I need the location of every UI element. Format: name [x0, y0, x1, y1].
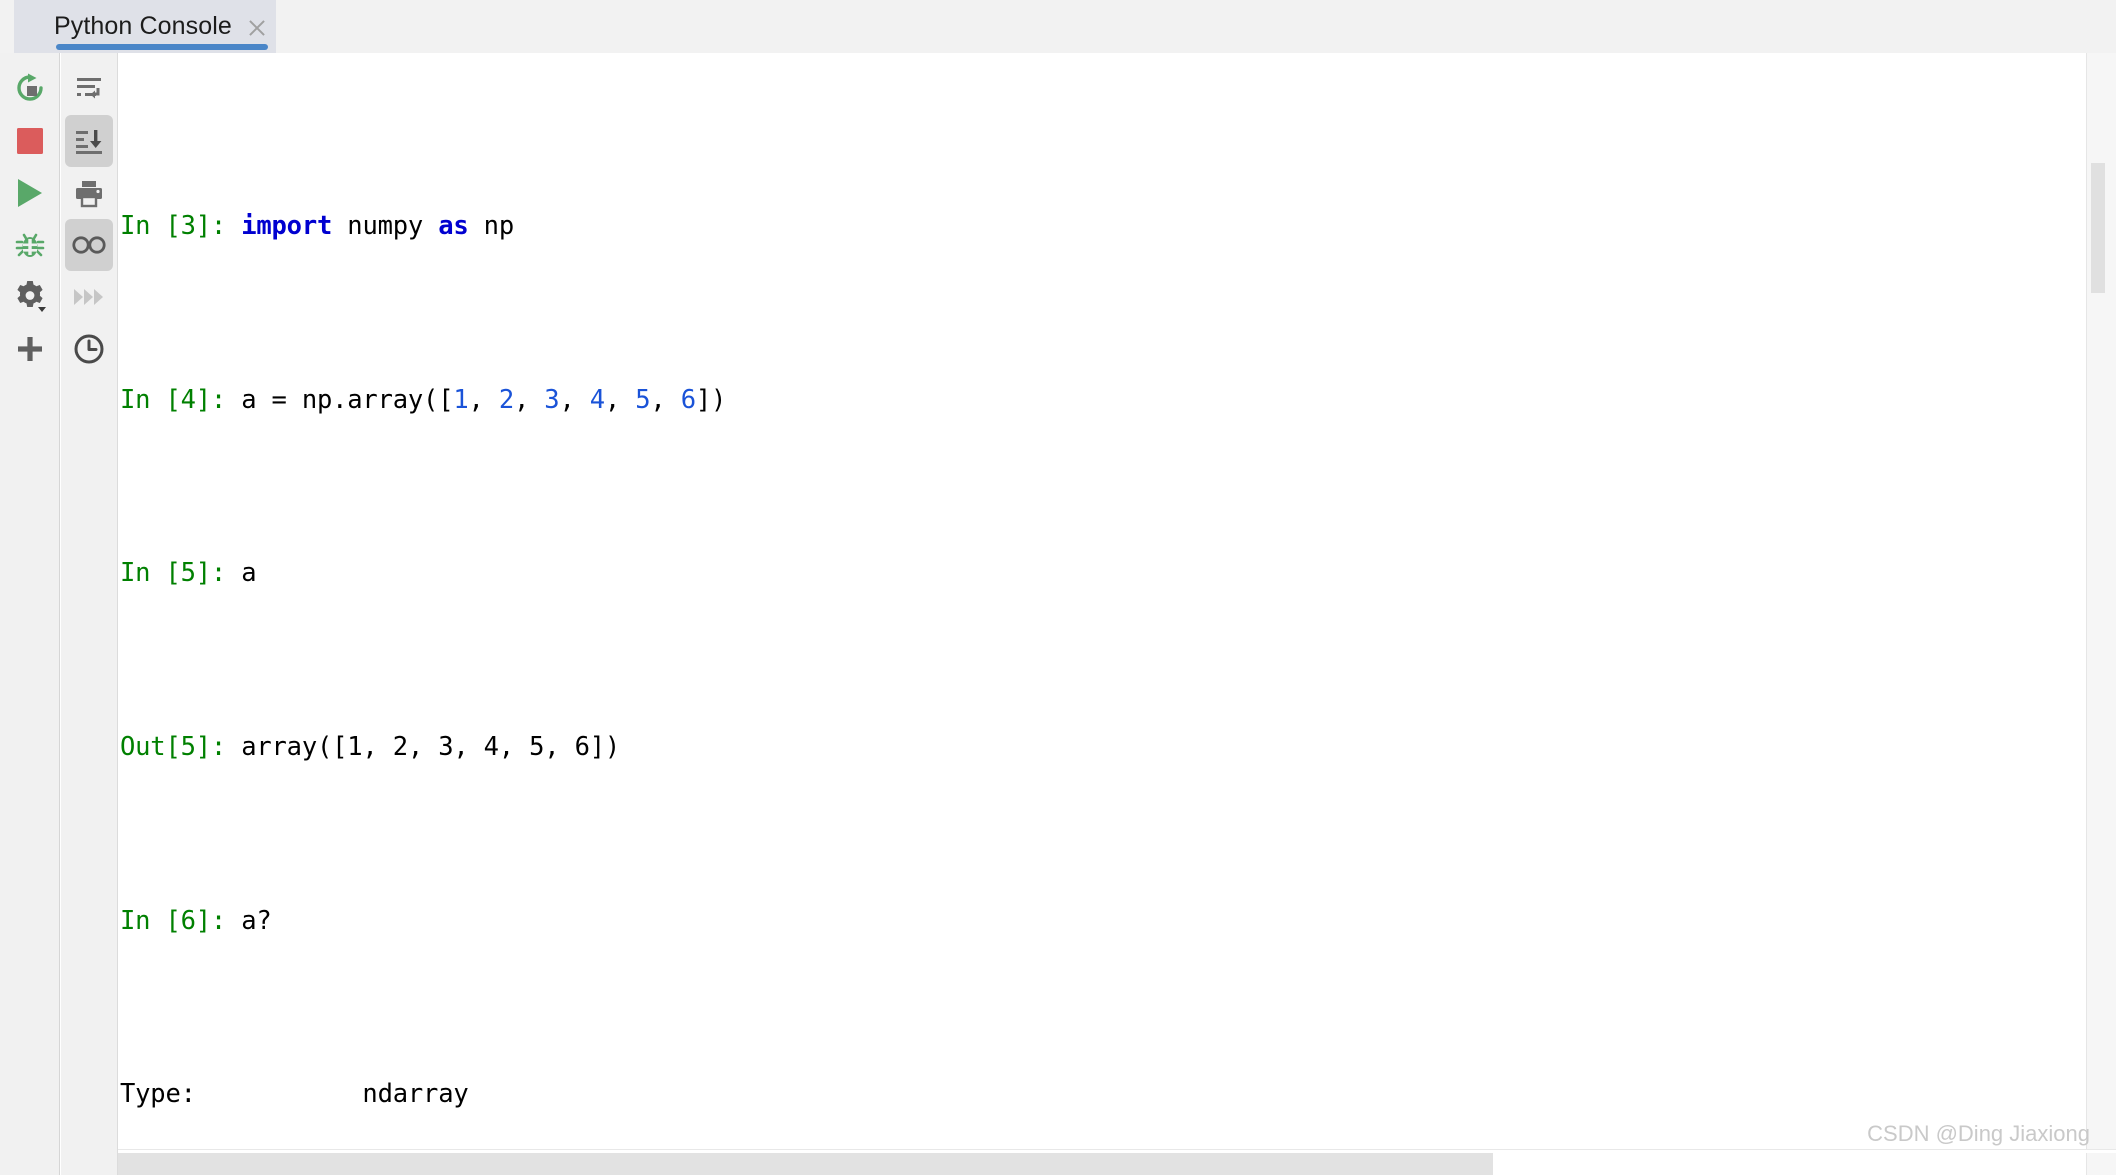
- printer-icon: [74, 178, 104, 208]
- separator: ,: [468, 384, 499, 415]
- console-toolbar-primary: [0, 53, 60, 1175]
- console-line-in4: In [4]: a = np.array([1, 2, 3, 4, 5, 6]): [120, 379, 1226, 422]
- gear-icon: [13, 280, 47, 314]
- python-console-output[interactable]: In [3]: import numpy as np In [4]: a = n…: [118, 53, 2060, 1175]
- settings-button[interactable]: [2, 271, 58, 323]
- tab-bar: Python Console: [0, 0, 2116, 53]
- module-name: numpy: [332, 211, 439, 242]
- rerun-button[interactable]: [2, 63, 58, 115]
- info-line-type: Type: ndarray: [120, 1079, 469, 1110]
- separator: ,: [604, 384, 636, 415]
- vertical-scrollbar[interactable]: [2086, 53, 2116, 1175]
- soft-wrap-icon: [74, 74, 104, 104]
- code-array-call: a = np.array([: [241, 384, 454, 415]
- prompt-in5: In [5]:: [120, 558, 242, 589]
- keyword-as: as: [438, 211, 469, 242]
- glasses-icon: [72, 234, 106, 256]
- literal-4: 4: [589, 384, 605, 415]
- watermark: CSDN @Ding Jiaxiong: [1867, 1121, 2090, 1146]
- literal-2: 2: [498, 384, 514, 415]
- literal-1: 1: [453, 384, 469, 415]
- bug-icon: [14, 229, 46, 261]
- stop-button[interactable]: [2, 115, 58, 167]
- execute-button[interactable]: [2, 167, 58, 219]
- soft-wrap-button[interactable]: [61, 63, 117, 115]
- print-button[interactable]: [61, 167, 117, 219]
- fast-forward-icon: [73, 286, 105, 308]
- prompt-in6: In [6]:: [120, 905, 242, 936]
- horizontal-scrollbar[interactable]: [118, 1153, 1493, 1175]
- console-line-in3: In [3]: import numpy as np: [120, 205, 1226, 248]
- scroll-to-end-button[interactable]: [65, 115, 113, 167]
- close-icon[interactable]: [246, 17, 268, 39]
- separator: ,: [650, 384, 681, 415]
- tab-active-underline: [56, 44, 268, 50]
- show-read-only-button[interactable]: [65, 219, 113, 271]
- vertical-scrollbar-thumb[interactable]: [2091, 163, 2105, 293]
- separator: ,: [513, 384, 545, 415]
- console-toolbar-secondary: [61, 53, 118, 1175]
- literal-5: 5: [635, 384, 651, 415]
- console-line-in6: In [6]: a?: [120, 900, 1226, 943]
- code-introspect: a?: [241, 905, 272, 936]
- literal-3: 3: [544, 384, 560, 415]
- stop-icon: [16, 128, 43, 154]
- console-line-out5: Out[5]: array([1, 2, 3, 4, 5, 6]): [120, 726, 1226, 769]
- debug-button[interactable]: [2, 219, 58, 271]
- separator: ,: [559, 384, 590, 415]
- prompt-out5: Out[5]:: [120, 732, 242, 763]
- code-expr-a: a: [241, 558, 257, 589]
- code-array-close: ]): [695, 384, 727, 415]
- rerun-icon: [13, 72, 47, 106]
- keyword-import: import: [241, 211, 333, 242]
- scroll-to-end-icon: [74, 126, 104, 156]
- tab-label: Python Console: [54, 12, 232, 40]
- console-line-in5: In [5]: a: [120, 552, 1226, 595]
- play-icon: [16, 178, 44, 208]
- prompt-in4: In [4]:: [120, 384, 242, 415]
- literal-6: 6: [680, 384, 696, 415]
- alias-name: np: [468, 211, 515, 242]
- new-console-button[interactable]: [2, 323, 58, 375]
- tab-python-console[interactable]: Python Console: [14, 0, 276, 53]
- prompt-in3: In [3]:: [120, 211, 242, 242]
- run-to-cursor-button[interactable]: [61, 271, 117, 323]
- console-text[interactable]: In [3]: import numpy as np In [4]: a = n…: [118, 53, 1226, 1175]
- plus-icon: [16, 335, 44, 363]
- clock-icon: [73, 333, 105, 365]
- history-button[interactable]: [61, 323, 117, 375]
- output-value: array([1, 2, 3, 4, 5, 6]): [241, 732, 621, 763]
